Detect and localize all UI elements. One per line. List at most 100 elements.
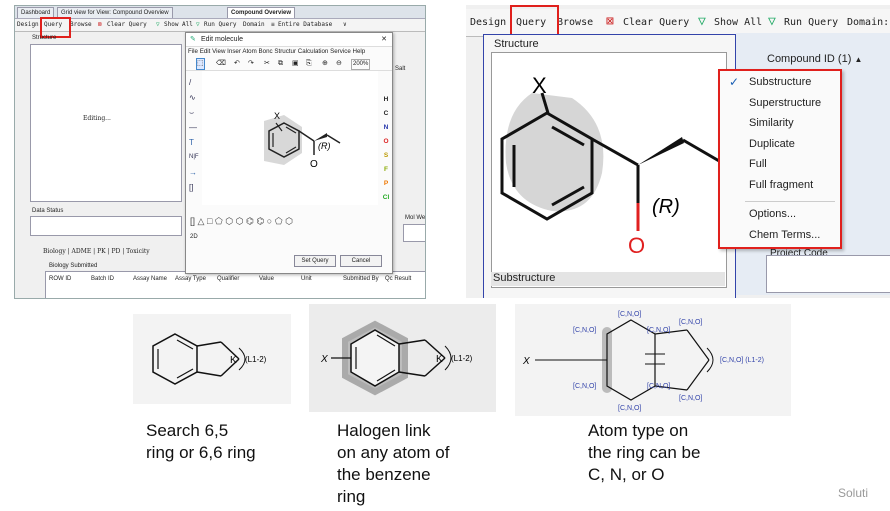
edit-molecule-dialog: ✎ Edit molecule ✕ File Edit View Inser A… [185,32,393,274]
cancel-button[interactable]: Cancel [340,255,382,267]
browse-button[interactable]: Browse [557,17,593,28]
menu-calculation[interactable]: Calculation [298,48,329,55]
drawing-palette: / ∿ ⌣ — T N|F → [] [189,75,199,195]
structure-canvas[interactable]: X (R) O [491,52,727,288]
single-bond-icon[interactable]: / [189,75,199,90]
molecule-drawing: X (R) O [500,73,726,258]
menu-edit[interactable]: Edit [200,48,211,55]
line-icon[interactable]: — [189,120,199,135]
menu-atom[interactable]: Atom [242,48,256,55]
erase-icon[interactable]: ⌫ [216,57,226,70]
molecule-canvas[interactable]: X (R) O [202,71,378,205]
template-icon[interactable]: ⌬ [256,216,264,226]
tab-toxicity[interactable]: Toxicity [126,248,150,255]
clear-query-button[interactable]: Clear Query [107,19,147,31]
clipboard-icon[interactable]: ⎘ [306,57,312,70]
browse-button[interactable]: Browse [70,19,92,31]
element-h[interactable]: H [382,93,390,107]
atom-x-label: X [320,354,328,365]
halogen-link-drawing: X K (L1-2) [320,320,473,396]
domain-select[interactable]: Entire Database [278,19,344,31]
column-header[interactable]: Qc Result [385,276,411,282]
domain-label: Domain [243,21,265,28]
select-tool-icon[interactable]: ⬚ [196,58,205,70]
element-c[interactable]: C [382,107,390,121]
close-icon[interactable]: ✕ [381,33,387,46]
text-tool-icon[interactable]: T [189,135,199,150]
show-all-button[interactable]: Show All [164,19,193,31]
column-header[interactable]: Value [259,276,274,282]
caption-line: the benzene [337,465,431,484]
compound-id-header[interactable]: Compound ID (1) ▲ [767,53,862,65]
menu-bond[interactable]: Bonc [259,48,273,55]
bracket-icon[interactable]: [] [190,216,195,226]
column-header[interactable]: ROW ID [49,276,71,282]
zoom-out-icon[interactable]: ⊖ [336,57,342,70]
n-tool-icon[interactable]: N|F [189,150,199,165]
caption-line: C, N, or O [588,465,665,484]
atom-set-label: [C,N,O] [573,327,596,334]
column-header[interactable]: Qualifier [217,276,239,282]
undo-icon[interactable]: ↶ [234,57,240,70]
element-p[interactable]: P [382,177,390,191]
menu-file[interactable]: File [188,48,198,55]
tab-grid-view[interactable]: Grid view for View: Compound Overview [57,7,173,18]
benzene-icon[interactable]: ⌬ [246,216,254,226]
square-icon[interactable]: □ [207,216,212,226]
column-header[interactable]: Batch ID [91,276,114,282]
shape-templates: [] △ □ ⬠ ⬡ ⬡ ⌬ ⌬ ○ ⬠ ⬡ [190,216,293,227]
column-header[interactable]: Unit [301,276,312,282]
tab-adme[interactable]: ADME [72,248,92,255]
paste-icon[interactable]: ▣ [292,57,299,70]
atom-set-label: [C,N,O] [679,395,702,402]
subtab-strip: Biology | ADME | PK | PD | Toxicity [43,248,150,255]
element-s[interactable]: S [382,149,390,163]
atom-x-label: X [532,73,547,98]
element-f[interactable]: F [382,163,390,177]
element-n[interactable]: N [382,121,390,135]
tab-biology[interactable]: Biology [43,248,66,255]
cut-icon[interactable]: ✂ [264,57,270,70]
arrow-icon[interactable]: → [189,165,199,180]
more-icon[interactable]: ⬡ [285,216,293,226]
element-o[interactable]: O [382,135,390,149]
redo-icon[interactable]: ↷ [248,57,254,70]
tab-compound-overview[interactable]: Compound Overview [227,7,296,18]
design-button[interactable]: Design [17,19,39,31]
copy-icon[interactable]: ⧉ [278,57,283,70]
mode-2d-label[interactable]: 2D [190,234,198,240]
set-query-button[interactable]: Set Query [294,255,336,267]
element-column: H C N O S F P Cl [382,93,390,205]
mol-weight-field[interactable] [403,224,425,242]
column-header[interactable]: Submitted By [343,276,379,282]
menu-help[interactable]: Help [353,48,366,55]
heptagon-icon[interactable]: ⬡ [236,216,244,226]
pentagon-icon[interactable]: ⬠ [215,216,223,226]
tab-pd[interactable]: PD [111,248,120,255]
run-query-button[interactable]: Run Query [204,19,237,31]
ring-icon[interactable]: ○ [267,216,272,226]
menu-view[interactable]: View [212,48,225,55]
zoom-level[interactable]: 200% [351,59,371,70]
chain-icon[interactable]: ∿ [189,90,199,105]
column-header[interactable]: Assay Name [133,276,169,282]
menu-structure[interactable]: Structur [274,48,296,55]
zoom-in-icon[interactable]: ⊕ [322,57,328,70]
project-code-field[interactable] [766,255,890,293]
clear-query-button[interactable]: Clear Query [623,17,689,28]
hexagon-icon[interactable]: ⬡ [225,216,233,226]
run-query-button[interactable]: Run Query [784,17,838,28]
element-cl[interactable]: Cl [382,191,390,205]
pentagon-icon[interactable]: ⬠ [275,216,283,226]
data-status-field[interactable] [30,216,182,236]
structure-panel[interactable]: Editing... [30,44,182,202]
arc-icon[interactable]: ⌣ [189,105,199,120]
bracket-icon[interactable]: [] [189,180,199,195]
show-all-button[interactable]: Show All [714,17,762,28]
design-button[interactable]: Design [470,17,506,28]
menu-insert[interactable]: Inser [227,48,241,55]
menu-service[interactable]: Service [330,48,351,55]
triangle-icon[interactable]: △ [198,216,205,226]
tab-pk[interactable]: PK [97,248,106,255]
column-header[interactable]: Assay Type [175,276,206,282]
